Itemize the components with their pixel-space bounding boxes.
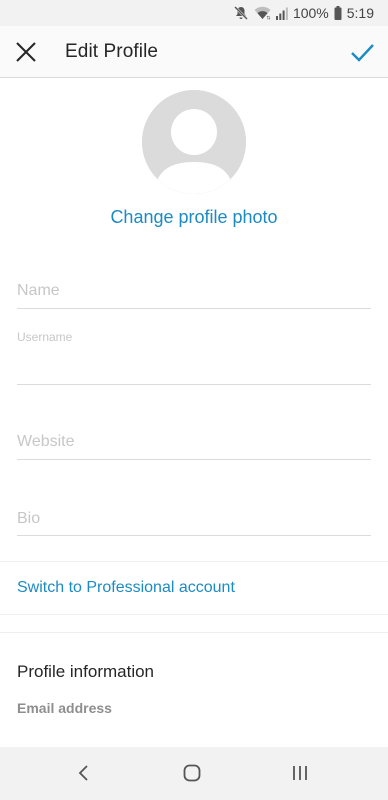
battery-percent: 100% (292, 5, 329, 21)
website-input[interactable] (17, 431, 371, 453)
name-field (17, 272, 371, 309)
svg-text:⇅: ⇅ (266, 16, 270, 21)
check-icon (351, 44, 374, 62)
default-avatar-icon (142, 90, 246, 194)
bio-field (17, 500, 371, 536)
website-field (17, 423, 371, 460)
username-label: Username (17, 330, 73, 344)
home-icon (183, 764, 201, 782)
close-button[interactable] (12, 38, 40, 66)
bio-input[interactable] (17, 508, 371, 530)
recent-apps-icon (293, 766, 307, 780)
change-profile-photo-link[interactable]: Change profile photo (0, 207, 388, 228)
nav-home-button[interactable] (181, 762, 203, 784)
username-field: Username (17, 326, 371, 385)
divider (0, 614, 388, 615)
done-button[interactable] (348, 38, 376, 66)
status-icons: ⇅ 100% 5:19 (233, 4, 374, 22)
name-input[interactable] (17, 280, 371, 302)
signal-icon (275, 7, 288, 20)
nav-recent-apps-button[interactable] (289, 762, 311, 784)
divider (0, 632, 388, 633)
username-input[interactable] (17, 356, 371, 378)
back-icon (78, 765, 88, 781)
close-icon (16, 42, 36, 62)
switch-professional-link[interactable]: Switch to Professional account (17, 579, 235, 597)
clock-time: 5:19 (346, 5, 374, 21)
nav-back-button[interactable] (73, 762, 95, 784)
divider (0, 561, 388, 562)
mute-icon (233, 5, 249, 21)
header-bar: Edit Profile (0, 26, 388, 78)
battery-icon (334, 6, 342, 20)
profile-information-heading: Profile information (17, 662, 155, 681)
status-bar: ⇅ 100% 5:19 (0, 0, 388, 26)
wifi-icon: ⇅ (254, 6, 271, 20)
avatar[interactable] (142, 90, 246, 194)
system-nav-bar (0, 747, 388, 800)
page-title: Edit Profile (65, 41, 159, 62)
email-address-field[interactable]: Email address (17, 700, 112, 716)
